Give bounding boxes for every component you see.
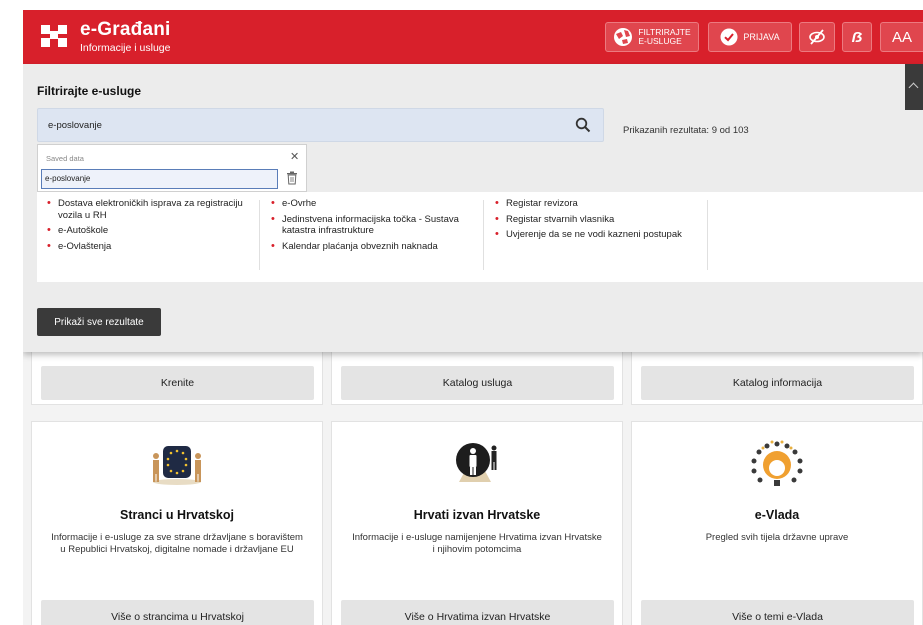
result-link[interactable]: Kalendar plaćanja obveznih naknada bbox=[271, 241, 471, 253]
autocomplete-header: Saved data bbox=[46, 154, 84, 163]
result-link[interactable]: Registar revizora bbox=[495, 198, 695, 210]
card-description: Pregled svih tijela državne uprave bbox=[705, 532, 849, 543]
more-about-croats-abroad-button[interactable]: Više o Hrvatima izvan Hrvatske bbox=[341, 600, 614, 625]
filter-label-line2: E-USLUGE bbox=[638, 36, 682, 46]
more-about-e-vlada-button[interactable]: Više o temi e-Vlada bbox=[641, 600, 914, 625]
card-hrvati: Hrvati izvan Hrvatske Informacije i e-us… bbox=[331, 421, 623, 625]
filter-title: Filtrirajte e-usluge bbox=[37, 84, 142, 98]
check-circle-icon bbox=[720, 28, 738, 46]
results-column-1: Dostava elektroničkih isprava za registr… bbox=[47, 198, 247, 256]
page: Krenite Katalog usluga Katalog informaci… bbox=[0, 0, 923, 625]
divider bbox=[259, 200, 260, 270]
card-stranci: Stranci u Hrvatskoj Informacije i e-uslu… bbox=[31, 421, 323, 625]
search-value: e-poslovanje bbox=[48, 120, 102, 131]
result-link[interactable]: Uvjerenje da se ne vodi kazneni postupak bbox=[495, 229, 695, 241]
result-link[interactable]: e-Ovrhe bbox=[271, 198, 471, 210]
font-size-label: AA bbox=[891, 28, 912, 46]
card-title: e-Vlada bbox=[754, 508, 800, 522]
globe-filter-icon bbox=[613, 27, 633, 47]
search-icon[interactable] bbox=[575, 117, 591, 133]
collapse-overlay-button[interactable] bbox=[905, 64, 923, 110]
results-count: Prikazanih rezultata: 9 od 103 bbox=[623, 125, 749, 136]
font-size-button[interactable]: AA bbox=[880, 22, 923, 52]
more-about-foreigners-button[interactable]: Više o strancima u Hrvatskoj bbox=[41, 600, 314, 625]
show-all-results-button[interactable]: Prikaži sve rezultate bbox=[37, 308, 161, 336]
brand-title: e-Građani bbox=[80, 19, 171, 40]
divider bbox=[483, 200, 484, 270]
autocomplete-item[interactable]: e-poslovanje bbox=[41, 169, 278, 189]
katalog-usluga-button[interactable]: Katalog usluga bbox=[341, 366, 614, 400]
filter-overlay: Filtrirajte e-usluge e-poslovanje Prikaz… bbox=[23, 64, 923, 352]
filter-services-button[interactable]: FILTRIRAJTE E-USLUGE bbox=[605, 22, 699, 52]
card-title: Stranci u Hrvatskoj bbox=[120, 508, 234, 522]
search-input[interactable]: e-poslovanje bbox=[37, 108, 604, 142]
government-illustration-icon bbox=[751, 440, 803, 486]
card-title: Hrvati izvan Hrvatske bbox=[413, 508, 541, 522]
close-icon[interactable]: ✕ bbox=[290, 150, 299, 163]
results-list: Dostava elektroničkih isprava za registr… bbox=[37, 192, 923, 282]
login-button[interactable]: PRIJAVA bbox=[708, 22, 792, 52]
main-area: Krenite Katalog usluga Katalog informaci… bbox=[23, 10, 923, 625]
result-link[interactable]: Dostava elektroničkih isprava za registr… bbox=[47, 198, 247, 221]
card-description: Informacije i e-usluge namijenjene Hrvat… bbox=[352, 532, 602, 555]
results-column-2: e-Ovrhe Jedinstvena informacijska točka … bbox=[271, 198, 471, 256]
dyslexia-font-button[interactable]: ẞ bbox=[842, 22, 872, 52]
krenite-button[interactable]: Krenite bbox=[41, 366, 314, 400]
results-column-3: Registar revizora Registar stvarnih vlas… bbox=[495, 198, 695, 245]
croatian-logo-icon[interactable] bbox=[41, 25, 69, 47]
autocomplete-dropdown: Saved data ✕ e-poslovanje bbox=[37, 144, 307, 192]
result-link[interactable]: Registar stvarnih vlasnika bbox=[495, 214, 695, 226]
trash-icon[interactable] bbox=[286, 171, 298, 185]
login-label: PRIJAVA bbox=[743, 32, 780, 42]
brand[interactable]: e-Građani Informacije i usluge bbox=[80, 20, 171, 55]
croats-abroad-illustration-icon bbox=[456, 443, 497, 482]
eye-slash-icon bbox=[807, 28, 827, 46]
card-e-vlada: e-Vlada Pregled svih tijela državne upra… bbox=[631, 421, 923, 625]
foreigners-illustration-icon bbox=[153, 446, 201, 485]
site-header: e-Građani Informacije i usluge FILTRIRAJ… bbox=[23, 10, 923, 64]
accessibility-contrast-button[interactable] bbox=[799, 22, 835, 52]
divider bbox=[707, 200, 708, 270]
dyslexia-label: ẞ bbox=[851, 28, 863, 46]
result-link[interactable]: e-Ovlaštenja bbox=[47, 241, 247, 253]
brand-subtitle: Informacije i usluge bbox=[80, 42, 171, 54]
card-description: Informacije i e-usluge za sve strane drž… bbox=[51, 532, 303, 555]
result-link[interactable]: Jedinstvena informacijska točka - Sustav… bbox=[271, 214, 471, 237]
katalog-informacija-button[interactable]: Katalog informacija bbox=[641, 366, 914, 400]
result-link[interactable]: e-Autoškole bbox=[47, 225, 247, 237]
